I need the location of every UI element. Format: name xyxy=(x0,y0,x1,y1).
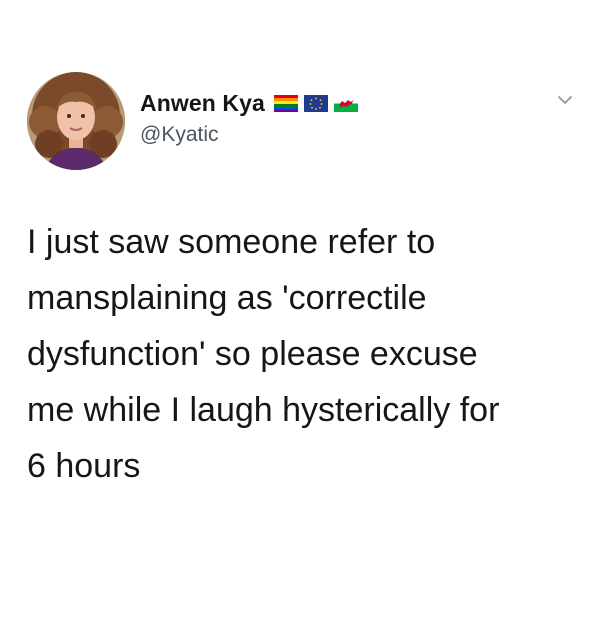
username-handle[interactable]: @Kyatic xyxy=(140,123,364,147)
tweet-header: Anwen Kya @Kyatic xyxy=(140,88,364,147)
eu-flag-icon xyxy=(303,94,328,112)
avatar[interactable] xyxy=(27,72,125,170)
tweet-text-line: I just saw someone refer to xyxy=(27,223,436,261)
display-name[interactable]: Anwen Kya xyxy=(140,90,265,117)
tweet-text: I just saw someone refer to mansplaining… xyxy=(27,214,575,494)
wales-flag-icon xyxy=(333,94,358,112)
chevron-down-icon[interactable] xyxy=(553,90,577,110)
tweet-card: Anwen Kya @Kyatic I just saw someone ref… xyxy=(0,0,599,631)
tweet-text-line: me while I laugh hysterically for xyxy=(27,391,500,429)
avatar-photo xyxy=(27,72,125,170)
tweet-text-line: mansplaining as 'correctile xyxy=(27,279,427,317)
tweet-text-line: dysfunction' so please excuse xyxy=(27,335,478,373)
rainbow-flag-icon xyxy=(273,94,298,112)
flag-emojis xyxy=(273,94,364,112)
tweet-text-line: 6 hours xyxy=(27,447,141,485)
name-row: Anwen Kya xyxy=(140,88,364,118)
